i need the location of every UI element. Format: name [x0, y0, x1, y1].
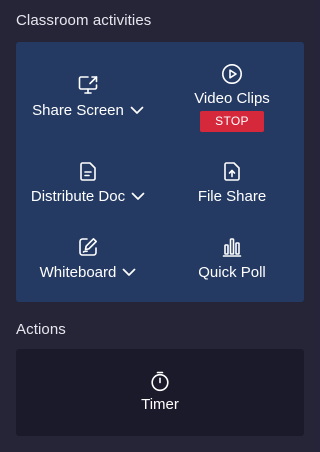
- actions-card: Timer: [16, 349, 304, 436]
- classroom-panel: Classroom activities Share Screen Video …: [0, 0, 317, 452]
- classroom-activities-card: Share Screen Video Clips STOP Distribute…: [16, 42, 304, 302]
- chevron-down-icon[interactable]: [131, 191, 145, 201]
- whiteboard-label: Whiteboard: [39, 264, 117, 281]
- document-icon: [80, 162, 96, 181]
- share-screen-label: Share Screen: [32, 102, 124, 119]
- stopwatch-icon: [151, 371, 169, 392]
- whiteboard-tile[interactable]: Whiteboard: [16, 228, 160, 308]
- quick-poll-label: Quick Poll: [198, 264, 266, 281]
- quick-poll-tile[interactable]: Quick Poll: [160, 228, 304, 308]
- chevron-down-icon[interactable]: [130, 105, 144, 115]
- whiteboard-pen-icon: [79, 238, 97, 256]
- chevron-down-icon[interactable]: [122, 267, 136, 277]
- file-share-tile[interactable]: File Share: [160, 150, 304, 230]
- classroom-activities-title: Classroom activities: [16, 12, 152, 29]
- actions-title: Actions: [16, 321, 66, 338]
- play-circle-icon: [222, 64, 242, 84]
- file-upload-icon: [224, 162, 240, 181]
- file-share-label: File Share: [197, 188, 267, 205]
- distribute-doc-label: Distribute Doc: [30, 188, 126, 205]
- video-clips-label: Video Clips: [194, 90, 270, 107]
- share-screen-icon: [78, 76, 98, 94]
- stop-video-button[interactable]: STOP: [200, 111, 264, 132]
- share-screen-tile[interactable]: Share Screen: [16, 62, 160, 142]
- timer-button[interactable]: Timer: [110, 367, 210, 421]
- video-clips-tile[interactable]: Video Clips STOP: [160, 62, 304, 142]
- distribute-doc-tile[interactable]: Distribute Doc: [16, 150, 160, 230]
- timer-label: Timer: [141, 396, 179, 413]
- bar-chart-icon: [222, 238, 242, 257]
